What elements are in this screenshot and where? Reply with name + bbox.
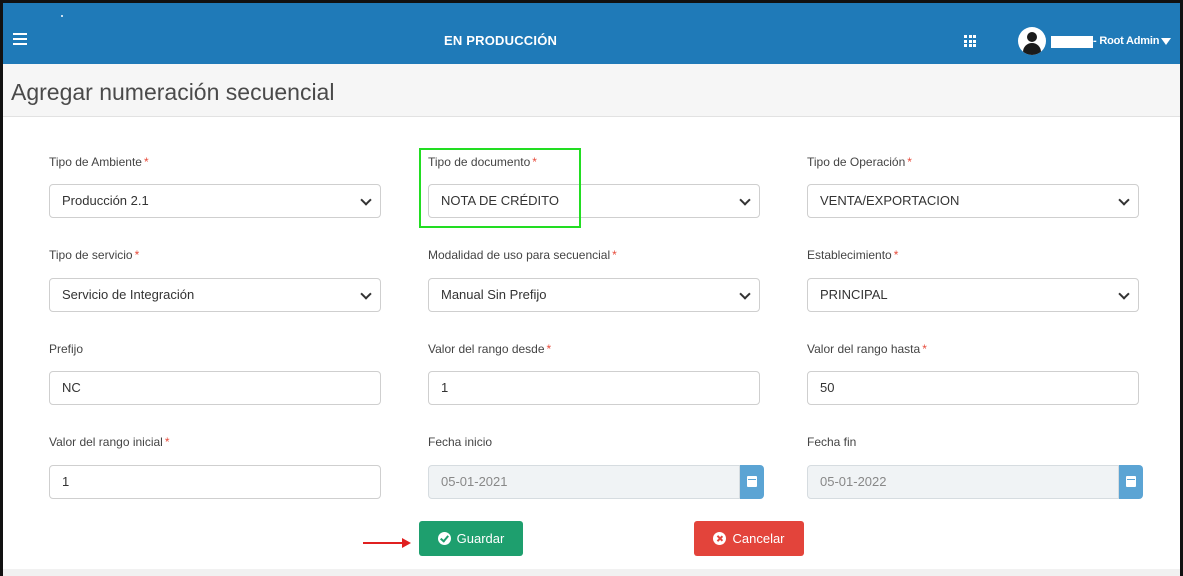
user-menu-caret-icon[interactable] <box>1161 38 1171 45</box>
environment-title: EN PRODUCCIÓN <box>444 33 558 48</box>
check-circle-icon <box>437 532 451 545</box>
input-rango-inicial[interactable]: 1 <box>49 465 381 499</box>
input-prefijo[interactable]: NC <box>49 371 381 405</box>
chevron-down-icon <box>1118 288 1130 300</box>
hamburger-menu-icon[interactable] <box>13 33 27 45</box>
label-tipo-servicio: Tipo de servicio * <box>49 248 140 262</box>
label-modalidad: Modalidad de uso para secuencial * <box>428 248 617 262</box>
label-tipo-ambiente: Tipo de Ambiente * <box>49 155 149 169</box>
redacted-username <box>1051 36 1093 48</box>
calendar-button-fecha-fin[interactable] <box>1119 465 1143 499</box>
select-tipo-documento[interactable]: NOTA DE CRÉDITO <box>428 184 760 218</box>
label-tipo-operacion: Tipo de Operación * <box>807 155 912 169</box>
page-title: Agregar numeración secuencial <box>11 79 335 105</box>
chevron-down-icon <box>1118 194 1130 206</box>
select-modalidad[interactable]: Manual Sin Prefijo <box>428 278 760 312</box>
label-fecha-fin: Fecha fin <box>807 435 857 449</box>
label-establecimiento: Establecimiento * <box>807 248 899 262</box>
label-rango-hasta: Valor del rango hasta * <box>807 342 927 356</box>
input-fecha-inicio[interactable]: 05-01-2021 <box>428 465 740 499</box>
apps-grid-icon[interactable] <box>964 35 976 47</box>
select-establecimiento[interactable]: PRINCIPAL <box>807 278 1139 312</box>
calendar-button-fecha-inicio[interactable] <box>740 465 764 499</box>
label-fecha-inicio: Fecha inicio <box>428 435 493 449</box>
top-navbar: EN PRODUCCIÓN - Root Admin <box>3 3 1180 64</box>
app-frame: EN PRODUCCIÓN - Root Admin Agregar numer… <box>0 0 1183 576</box>
select-tipo-servicio[interactable]: Servicio de Integración <box>49 278 381 312</box>
footer-band <box>3 569 1180 576</box>
input-rango-desde[interactable]: 1 <box>428 371 760 405</box>
user-name[interactable]: - Root Admin <box>1093 35 1159 47</box>
cancel-button[interactable]: Cancelar <box>694 521 804 556</box>
chevron-down-icon <box>360 288 372 300</box>
cancel-button-label: Cancelar <box>732 531 785 546</box>
label-prefijo: Prefijo <box>49 342 84 356</box>
input-fecha-fin[interactable]: 05-01-2022 <box>807 465 1119 499</box>
label-rango-desde: Valor del rango desde * <box>428 342 552 356</box>
input-rango-hasta[interactable]: 50 <box>807 371 1139 405</box>
calendar-icon <box>1126 476 1136 487</box>
close-circle-icon <box>713 532 727 545</box>
chevron-down-icon <box>360 194 372 206</box>
calendar-icon <box>747 476 757 487</box>
label-tipo-documento: Tipo de documento * <box>428 155 537 169</box>
user-avatar-icon[interactable] <box>1018 27 1046 55</box>
save-button-label: Guardar <box>456 531 505 546</box>
select-tipo-ambiente[interactable]: Producción 2.1 <box>49 184 381 218</box>
red-arrow-annotation <box>363 538 411 548</box>
select-tipo-operacion[interactable]: VENTA/EXPORTACION <box>807 184 1139 218</box>
chevron-down-icon <box>739 288 751 300</box>
chevron-down-icon <box>739 194 751 206</box>
label-rango-inicial: Valor del rango inicial * <box>49 435 170 449</box>
save-button[interactable]: Guardar <box>419 521 523 556</box>
decorative-dot <box>61 15 63 17</box>
